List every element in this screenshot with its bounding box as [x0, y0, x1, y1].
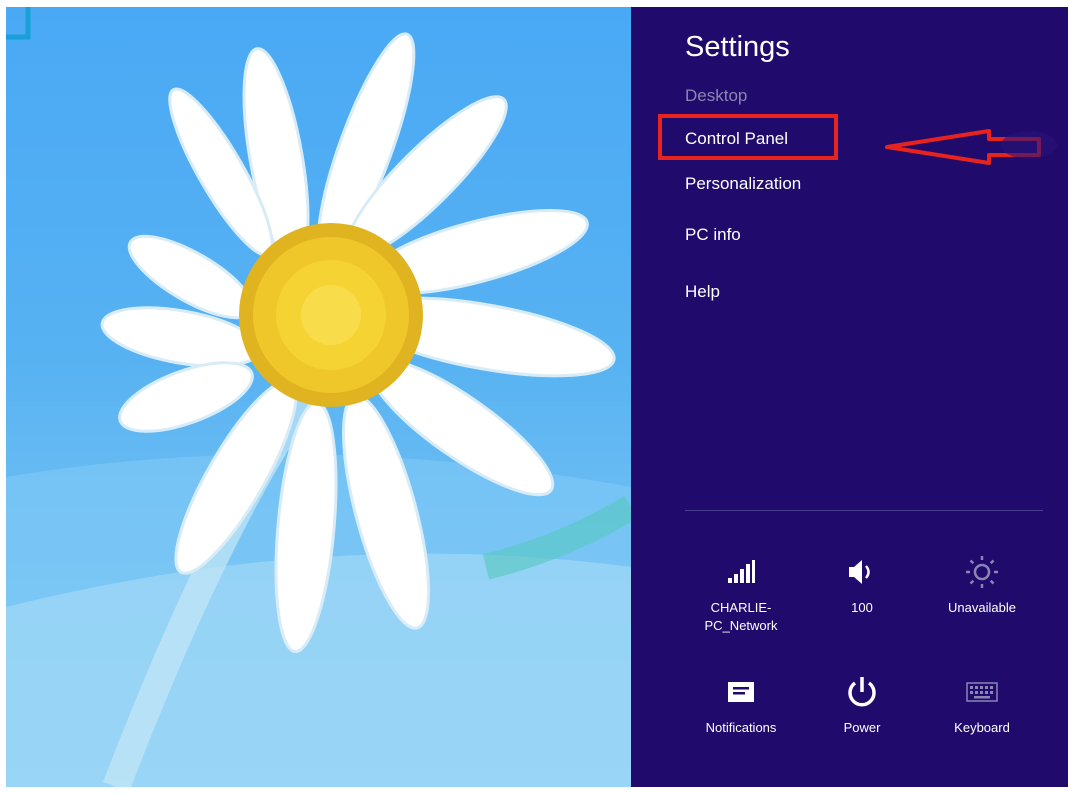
network-label: CHARLIE- PC_Network	[704, 600, 778, 633]
brightness-label: Unavailable	[948, 600, 1016, 615]
volume-label: 100	[851, 600, 873, 615]
power-tile[interactable]: Power	[807, 675, 917, 737]
keyboard-label: Keyboard	[954, 720, 1010, 735]
keyboard-tile[interactable]: Keyboard	[927, 675, 1037, 737]
desktop-wallpaper	[6, 7, 631, 787]
notifications-label: Notifications	[705, 720, 777, 735]
settings-charm-panel: Settings Desktop Control Panel Personali…	[631, 7, 1068, 787]
network-signal-icon	[686, 555, 796, 589]
menu-item-desktop[interactable]: Desktop	[685, 86, 747, 106]
network-tile[interactable]: CHARLIE- PC_Network	[686, 555, 796, 635]
power-label: Power	[843, 720, 881, 735]
menu-item-pc-info[interactable]: PC info	[685, 225, 741, 245]
keyboard-icon	[927, 675, 1037, 709]
volume-tile[interactable]: 100	[807, 555, 917, 617]
settings-title: Settings	[685, 31, 790, 63]
divider	[685, 510, 1043, 511]
red-arrow-annotation	[885, 129, 1057, 165]
daisy-flower-image	[6, 7, 631, 787]
control-panel-highlight-box	[658, 114, 838, 160]
power-icon	[807, 675, 917, 709]
brightness-icon	[927, 555, 1037, 589]
volume-icon	[807, 555, 917, 589]
notifications-icon	[686, 675, 796, 709]
menu-item-help[interactable]: Help	[685, 282, 720, 302]
menu-item-personalization[interactable]: Personalization	[685, 174, 801, 194]
brightness-tile[interactable]: Unavailable	[927, 555, 1037, 617]
notifications-tile[interactable]: Notifications	[686, 675, 796, 737]
